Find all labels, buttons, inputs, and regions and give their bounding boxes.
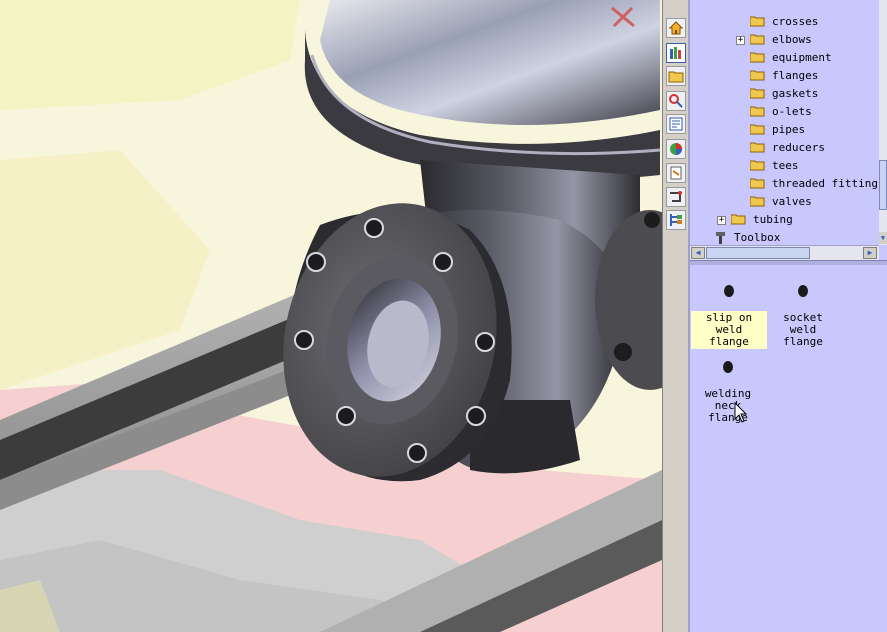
search-icon[interactable] (666, 91, 686, 111)
expand-icon[interactable]: + (717, 216, 726, 225)
design-library-icon[interactable] (666, 43, 686, 63)
tree-vertical-scrollbar[interactable]: ▼ (879, 0, 887, 245)
tree-item-label: valves (772, 195, 812, 208)
tree-item-label: flanges (772, 69, 819, 82)
part-thumbnail-icon (724, 285, 734, 297)
part-label-line2: weld flange (709, 323, 749, 348)
part-slip-on-weld-flange[interactable]: slip on weld flange (691, 285, 767, 349)
part-label-line2: flange (783, 335, 823, 348)
library-tree: crosses + elbows equipment flanges gaske… (690, 0, 887, 245)
folder-icon (750, 196, 765, 207)
tree-item-label: pipes (772, 123, 806, 136)
scroll-right-icon[interactable]: ▶ (863, 247, 877, 259)
tree-item-label: equipment (772, 51, 832, 64)
library-tree-icon[interactable] (666, 210, 686, 230)
tree-item-label: crosses (772, 15, 819, 28)
folder-icon (750, 34, 765, 45)
part-thumbnail-icon (798, 285, 808, 297)
tree-item-label: Toolbox (734, 231, 781, 244)
tree-item-label: gaskets (772, 87, 819, 100)
folder-icon (750, 160, 765, 171)
folder-icon (750, 16, 765, 27)
folder-icon (750, 70, 765, 81)
appearances-icon[interactable] (666, 139, 686, 159)
part-welding-neck-flange[interactable]: welding neck flange (690, 361, 766, 425)
vertical-scroll-thumb[interactable] (879, 160, 887, 210)
part-socket-weld-flange[interactable]: socket weld flange (765, 285, 841, 349)
expand-icon[interactable]: + (736, 36, 745, 45)
folder-icon (731, 214, 746, 225)
file-explorer-icon[interactable] (666, 66, 686, 86)
view-palette-icon[interactable] (666, 114, 686, 134)
folder-icon (750, 106, 765, 117)
folder-icon (750, 52, 765, 63)
tree-item-label: elbows (772, 33, 812, 46)
graphics-viewport[interactable] (0, 0, 662, 632)
valve-3d-model (0, 0, 662, 632)
toolbox-icon (716, 232, 725, 244)
home-icon[interactable] (666, 18, 686, 38)
tree-item-label: reducers (772, 141, 825, 154)
tree-item-label: tees (772, 159, 799, 172)
folder-icon (750, 124, 765, 135)
folder-icon (750, 88, 765, 99)
tree-horizontal-scrollbar[interactable]: ◀ ▶ (690, 245, 879, 260)
mouse-cursor-icon (734, 402, 748, 423)
routing-icon[interactable] (666, 187, 686, 207)
custom-properties-icon[interactable] (666, 163, 686, 183)
tree-item-label: tubing (753, 213, 793, 226)
scroll-left-icon[interactable]: ◀ (691, 247, 705, 259)
horizontal-scroll-thumb[interactable] (706, 247, 810, 259)
part-label-line1: socket weld (783, 311, 823, 336)
design-library-pane: crosses + elbows equipment flanges gaske… (688, 0, 887, 632)
task-pane-tabs (662, 0, 689, 632)
tree-item-label: o-lets (772, 105, 812, 118)
folder-icon (750, 178, 765, 189)
part-thumbnail-icon (723, 361, 733, 373)
folder-icon (750, 142, 765, 153)
tree-item-label: threaded fittings (772, 177, 885, 190)
scroll-down-icon[interactable]: ▼ (879, 232, 887, 244)
pane-splitter[interactable] (690, 260, 887, 265)
